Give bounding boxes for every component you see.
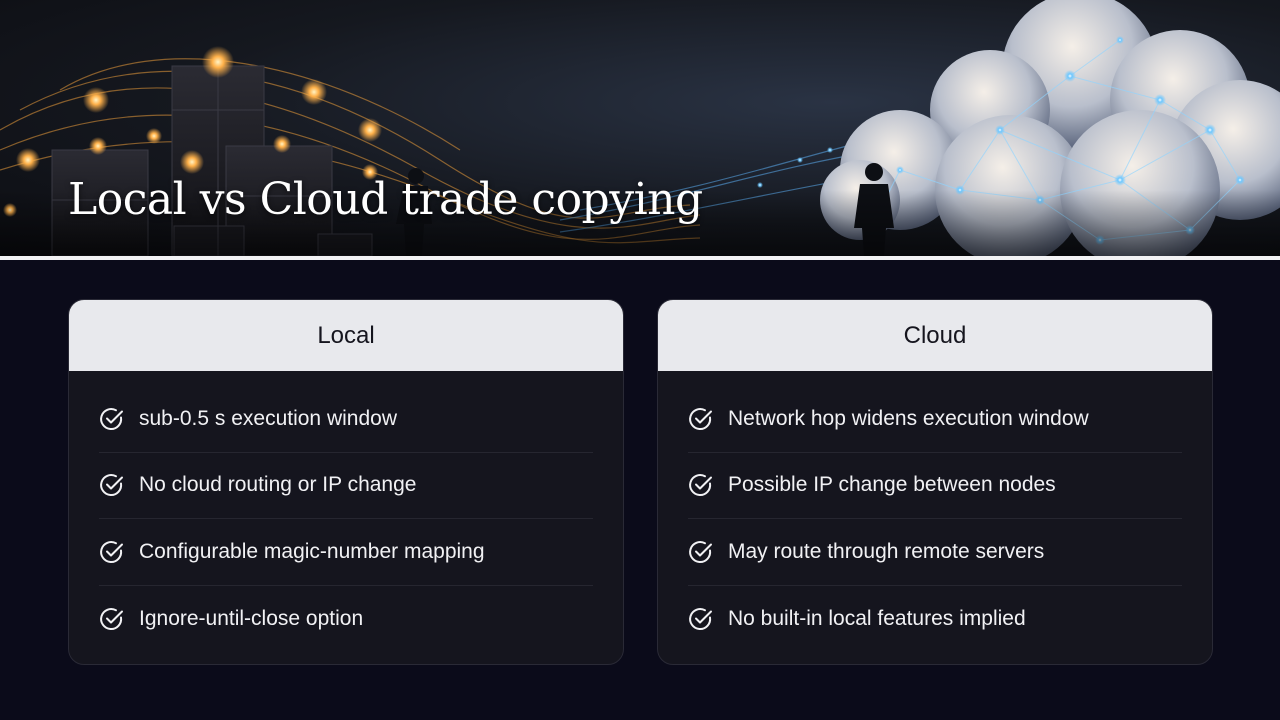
list-item: Network hop widens execution window [688,386,1182,453]
cloud-card-heading: Cloud [903,321,967,349]
list-item-label: sub-0.5 s execution window [139,406,397,430]
list-item: Configurable magic-number mapping [99,519,593,586]
cloud-card: Cloud Network hop widens execution windo… [657,299,1213,665]
banner-divider [0,256,1280,260]
banner: Local vs Cloud trade copying [0,0,1280,256]
cloud-card-header: Cloud [658,300,1212,371]
check-circle-icon [100,474,123,497]
list-item: No cloud routing or IP change [99,453,593,519]
list-item: sub-0.5 s execution window [99,386,593,453]
local-card: Local sub-0.5 s execution window No clou… [68,299,624,665]
list-item: Ignore-until-close option [99,586,593,653]
check-circle-icon [100,407,123,430]
cloud-feature-list: Network hop widens execution window Poss… [658,386,1212,652]
list-item: No built-in local features implied [688,586,1182,653]
list-item-label: Network hop widens execution window [728,406,1089,430]
list-item: Possible IP change between nodes [688,453,1182,519]
check-circle-icon [100,540,123,563]
check-circle-icon [689,607,712,630]
list-item-label: No built-in local features implied [728,606,1026,630]
slide: Local vs Cloud trade copying Local sub-0… [0,0,1280,720]
local-feature-list: sub-0.5 s execution window No cloud rout… [69,386,623,652]
local-card-header: Local [69,300,623,371]
check-circle-icon [689,407,712,430]
list-item-label: Configurable magic-number mapping [139,539,485,563]
check-circle-icon [100,607,123,630]
page-title: Local vs Cloud trade copying [68,174,703,225]
list-item: May route through remote servers [688,519,1182,586]
check-circle-icon [689,540,712,563]
list-item-label: No cloud routing or IP change [139,473,417,497]
list-item-label: May route through remote servers [728,539,1045,563]
check-circle-icon [689,474,712,497]
list-item-label: Ignore-until-close option [139,606,364,630]
list-item-label: Possible IP change between nodes [728,473,1056,497]
local-card-heading: Local [317,321,375,349]
